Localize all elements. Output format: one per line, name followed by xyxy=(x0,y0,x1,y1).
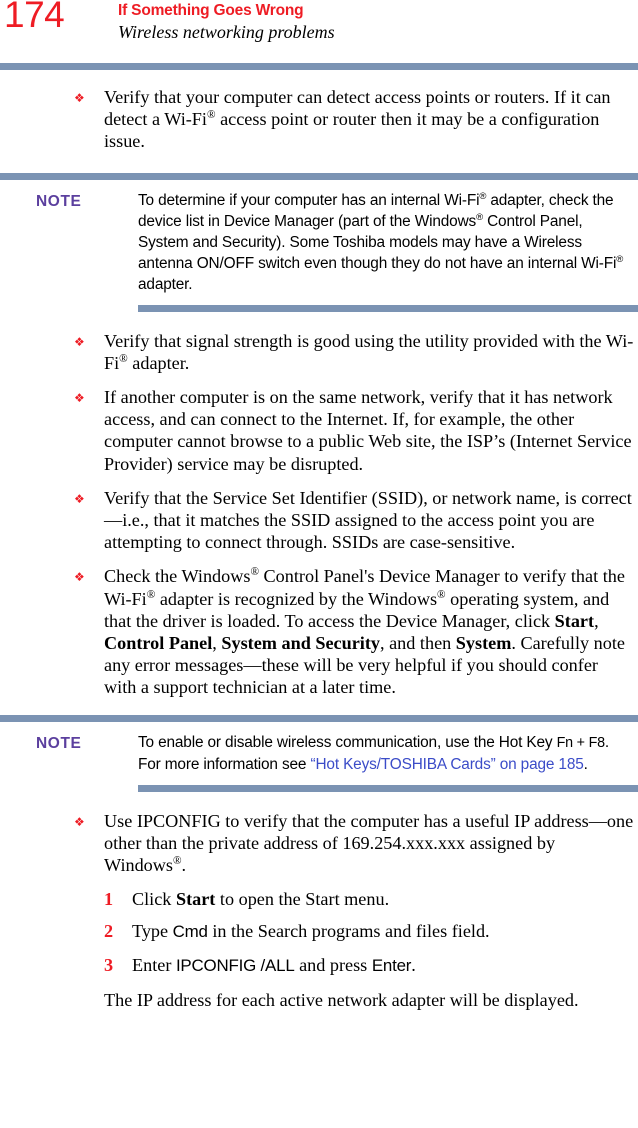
text-run: . xyxy=(411,954,416,975)
closing-paragraph: The IP address for each active network a… xyxy=(0,989,638,1011)
diamond-bullet-icon: ❖ xyxy=(74,391,85,406)
registered-mark: ® xyxy=(616,253,624,265)
list-item-text: If another computer is on the same netwo… xyxy=(104,386,634,475)
numbered-step: 3 Enter IPCONFIG /ALL and press Enter. xyxy=(0,954,638,977)
page-number: 174 xyxy=(4,0,65,35)
step-number: 3 xyxy=(104,954,114,975)
list-item-text: Verify that signal strength is good usin… xyxy=(104,330,634,374)
text-run: If another computer is on the same netwo… xyxy=(104,387,632,474)
ui-literal-text: Fn + F8 xyxy=(556,734,606,751)
text-run: To enable or disable wireless communicat… xyxy=(138,733,557,751)
note-block: NOTE To enable or disable wireless commu… xyxy=(0,732,638,775)
numbered-step: 2 Type Cmd in the Search programs and fi… xyxy=(0,920,638,943)
ui-literal-text: IPCONFIG /ALL xyxy=(175,955,295,975)
numbered-step-list: 1 Click Start to open the Start menu. 2 … xyxy=(0,888,638,977)
note-top-rule xyxy=(0,172,638,180)
text-run: . xyxy=(181,855,187,876)
list-item: ❖ Check the Windows® Control Panel's Dev… xyxy=(0,565,638,698)
text-run: Type xyxy=(132,921,173,942)
step-text: Click Start to open the Start menu. xyxy=(132,888,634,910)
registered-mark: ® xyxy=(172,855,182,867)
header-divider-rule xyxy=(0,63,638,70)
list-item-text: Use IPCONFIG to verify that the computer… xyxy=(104,810,634,877)
text-run: Check the Windows xyxy=(104,566,251,587)
diamond-bullet-icon: ❖ xyxy=(74,334,85,349)
note-bottom-rule xyxy=(138,784,638,792)
running-header: 174 If Something Goes Wrong Wireless net… xyxy=(0,0,638,56)
list-item-text: Verify that the Service Set Identifier (… xyxy=(104,487,634,554)
header-titles: If Something Goes Wrong Wireless network… xyxy=(118,2,335,44)
text-run: Enter xyxy=(132,954,176,975)
section-title: Wireless networking problems xyxy=(118,22,335,43)
text-run: adapter is recognized by the Windows xyxy=(155,588,438,609)
emphasis-bold: System and Security xyxy=(221,633,381,654)
list-item: ❖ Verify that the Service Set Identifier… xyxy=(0,487,638,554)
list-item-text: Verify that your computer can detect acc… xyxy=(104,86,634,153)
diamond-bullet-icon: ❖ xyxy=(74,91,85,105)
text-run: , and then xyxy=(380,633,456,654)
cross-reference-link[interactable]: “Hot Keys/TOSHIBA Cards” on page 185 xyxy=(310,756,583,773)
text-run: in the Search programs and files field. xyxy=(207,921,490,942)
list-item: ❖ Verify that signal strength is good us… xyxy=(0,330,638,374)
note-text: To enable or disable wireless communicat… xyxy=(138,732,634,775)
registered-mark: ® xyxy=(119,352,128,365)
registered-mark: ® xyxy=(437,588,446,601)
note-text: To determine if your computer has an int… xyxy=(138,190,634,295)
text-run: To determine if your computer has an int… xyxy=(138,191,480,209)
list-item: ❖ If another computer is on the same net… xyxy=(0,386,638,475)
step-text: Type Cmd in the Search programs and file… xyxy=(132,920,634,943)
registered-mark: ® xyxy=(250,566,259,579)
list-item-text: Check the Windows® Control Panel's Devic… xyxy=(104,565,634,698)
list-item: ❖ Verify that your computer can detect a… xyxy=(0,86,638,153)
emphasis-bold: Start xyxy=(554,610,595,631)
diamond-bullet-icon: ❖ xyxy=(74,570,85,585)
ui-literal-text: Cmd xyxy=(172,922,208,942)
note-label: NOTE xyxy=(36,192,82,210)
page-content: ❖ Verify that your computer can detect a… xyxy=(0,70,638,1011)
text-run: , xyxy=(594,610,599,631)
chapter-title: If Something Goes Wrong xyxy=(118,2,304,19)
ui-literal-text: Enter xyxy=(371,955,412,975)
emphasis-bold: Start xyxy=(175,889,216,910)
note-top-rule xyxy=(0,714,638,722)
text-run: adapter. xyxy=(127,352,190,373)
text-run: adapter. xyxy=(138,275,193,293)
text-run: , xyxy=(212,633,222,654)
text-run: to open the Start menu. xyxy=(215,889,390,910)
registered-mark: ® xyxy=(476,211,483,223)
text-run: . xyxy=(583,755,588,773)
note-label: NOTE xyxy=(36,734,82,752)
list-item: ❖ Use IPCONFIG to verify that the comput… xyxy=(0,810,638,877)
note-bottom-rule xyxy=(138,304,638,312)
step-number: 1 xyxy=(104,889,114,910)
emphasis-bold: Control Panel xyxy=(104,633,213,654)
registered-mark: ® xyxy=(206,109,216,122)
text-run: Click xyxy=(132,889,176,910)
diamond-bullet-icon: ❖ xyxy=(74,491,85,506)
text-run: and press xyxy=(294,954,372,975)
numbered-step: 1 Click Start to open the Start menu. xyxy=(0,888,638,910)
step-text: Enter IPCONFIG /ALL and press Enter. xyxy=(132,954,634,977)
emphasis-bold: System xyxy=(455,633,512,654)
text-run: Verify that the Service Set Identifier (… xyxy=(104,487,632,553)
step-number: 2 xyxy=(104,921,114,942)
registered-mark: ® xyxy=(146,588,156,601)
note-block: NOTE To determine if your computer has a… xyxy=(0,190,638,295)
text-run: The IP address for each active network a… xyxy=(104,989,579,1010)
diamond-bullet-icon: ❖ xyxy=(74,814,85,829)
